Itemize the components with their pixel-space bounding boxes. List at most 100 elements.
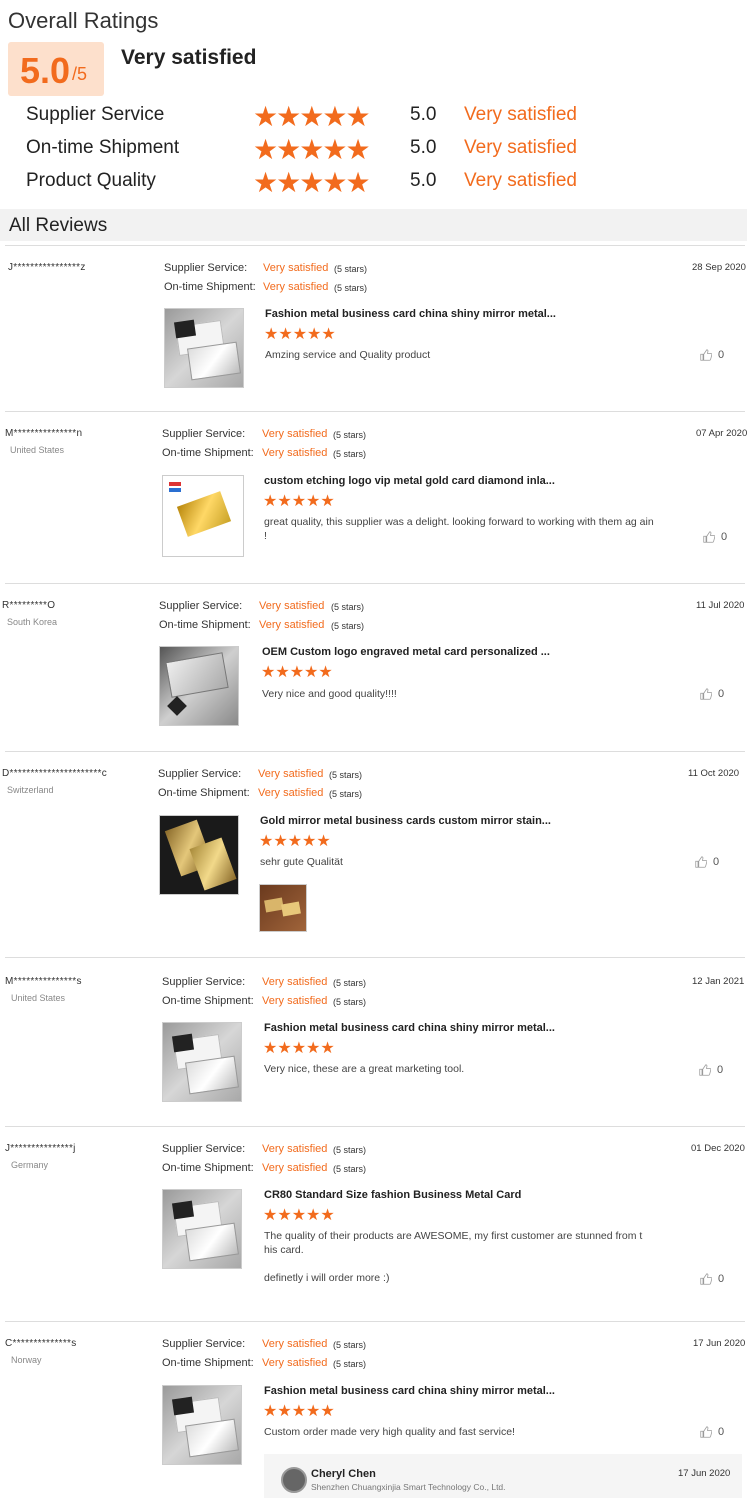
shipment-label: On-time Shipment: — [158, 787, 250, 799]
shipment-label: On-time Shipment: — [162, 1162, 254, 1174]
review-stars: ★★★★★ — [261, 665, 333, 681]
review-stars: ★★★★★ — [263, 1208, 335, 1224]
review-date: 07 Apr 2020 — [696, 428, 748, 439]
product-image[interactable] — [162, 475, 244, 557]
review-text: The quality of their products are AWESOM… — [264, 1230, 643, 1256]
product-image[interactable] — [162, 1385, 242, 1465]
product-title[interactable]: CR80 Standard Size fashion Business Meta… — [264, 1189, 521, 1201]
product-title[interactable]: custom etching logo vip metal gold card … — [264, 475, 555, 487]
stars-count: (5 stars) — [333, 1145, 367, 1155]
review-stars: ★★★★★ — [263, 1404, 335, 1420]
star-icon: ★ — [306, 1207, 321, 1224]
product-title[interactable]: Gold mirror metal business cards custom … — [260, 815, 551, 827]
stars-count: (5 stars) — [334, 283, 368, 293]
overall-score-max: /5 — [72, 64, 88, 84]
reviewer-name: M***************s — [5, 976, 82, 987]
review-text: great quality, this supplier was a delig… — [264, 516, 654, 542]
star-icon: ★ — [289, 664, 305, 681]
star-icon: ★ — [276, 167, 301, 198]
star-icon: ★ — [345, 134, 370, 165]
thumbs-up-icon[interactable] — [699, 1064, 711, 1076]
thumbs-up-icon[interactable] — [700, 1426, 712, 1438]
all-reviews-title: All Reviews — [9, 215, 108, 236]
stars-count: (5 stars) — [334, 264, 368, 274]
review-text: sehr gute Qualität — [260, 856, 343, 868]
star-icon: ★ — [299, 134, 324, 165]
divider — [5, 1321, 745, 1322]
review-stars: ★★★★★ — [259, 834, 331, 850]
shipment-label: On-time Shipment: — [159, 619, 251, 631]
thumbs-up-icon[interactable] — [700, 688, 712, 700]
star-icon: ★ — [278, 326, 293, 343]
product-image[interactable] — [159, 815, 239, 895]
reviewer-name: C**************s — [5, 1338, 77, 1349]
star-icon: ★ — [304, 664, 319, 681]
star-icon: ★ — [320, 1040, 335, 1057]
star-icon: ★ — [277, 493, 292, 510]
supplier-service-label: Supplier Service: — [159, 600, 243, 612]
product-image[interactable] — [159, 646, 239, 726]
criteria-label: Very satisfied — [464, 137, 577, 158]
reviewer-country: South Korea — [7, 617, 58, 627]
review-text: Amzing service and Quality product — [265, 349, 431, 361]
product-title[interactable]: OEM Custom logo engraved metal card pers… — [262, 646, 550, 658]
like-count: 0 — [717, 1064, 724, 1076]
star-icon: ★ — [277, 1040, 292, 1057]
reviewer-name: M***************n — [5, 428, 83, 439]
shipment-label: On-time Shipment: — [162, 1357, 254, 1369]
shipment-label: On-time Shipment: — [162, 995, 254, 1007]
thumbs-up-icon[interactable] — [700, 349, 712, 361]
all-reviews-header — [0, 209, 747, 241]
reply-company: Shenzhen Chuangxinjia Smart Technology C… — [311, 1482, 506, 1492]
product-title[interactable]: Fashion metal business card china shiny … — [264, 1385, 555, 1397]
like-count: 0 — [721, 531, 728, 543]
criteria-stars: ★★★★★ — [253, 101, 371, 132]
product-title[interactable]: Fashion metal business card china shiny … — [264, 1022, 555, 1034]
star-icon: ★ — [322, 167, 347, 198]
thumbs-up-icon[interactable] — [700, 1273, 712, 1285]
star-icon: ★ — [264, 326, 279, 343]
like-count: 0 — [718, 688, 725, 700]
review-photo[interactable] — [259, 884, 307, 932]
star-icon: ★ — [299, 101, 324, 132]
star-icon: ★ — [299, 167, 324, 198]
product-image[interactable] — [162, 1022, 242, 1102]
like-count: 0 — [718, 349, 725, 361]
overall-score: 5.0 — [20, 50, 71, 91]
review-date: 12 Jan 2021 — [692, 976, 745, 987]
rating-label: Very satisfied — [262, 1143, 328, 1155]
stars-count: (5 stars) — [333, 978, 367, 988]
rating-label: Very satisfied — [262, 428, 328, 440]
rating-label: Very satisfied — [262, 1162, 328, 1174]
rating-label: Very satisfied — [258, 768, 324, 780]
review-date: 01 Dec 2020 — [691, 1143, 745, 1154]
star-icon: ★ — [320, 1207, 335, 1224]
divider — [5, 1126, 745, 1127]
review-stars: ★★★★★ — [264, 327, 336, 343]
review-text: Very nice, these are a great marketing t… — [264, 1063, 465, 1075]
star-icon: ★ — [345, 167, 370, 198]
star-icon: ★ — [306, 493, 321, 510]
stars-count: (5 stars) — [333, 1164, 367, 1174]
stars-count: (5 stars) — [333, 430, 367, 440]
star-icon: ★ — [259, 833, 274, 850]
rating-label: Very satisfied — [263, 281, 329, 293]
star-icon: ★ — [291, 1040, 307, 1057]
review-text: Very nice and good quality!!!! — [262, 688, 397, 700]
product-image[interactable] — [162, 1189, 242, 1269]
star-icon: ★ — [261, 664, 276, 681]
product-image[interactable] — [164, 308, 244, 388]
review-date: 17 Jun 2020 — [693, 1338, 746, 1349]
star-icon: ★ — [263, 493, 278, 510]
product-title[interactable]: Fashion metal business card china shiny … — [265, 308, 556, 320]
thumbs-up-icon[interactable] — [695, 856, 707, 868]
thumbs-up-icon[interactable] — [703, 531, 715, 543]
criteria-name: On-time Shipment — [26, 137, 180, 158]
star-icon: ★ — [277, 1403, 292, 1420]
review-text: Custom order made very high quality and … — [264, 1426, 515, 1438]
star-icon: ★ — [263, 1403, 278, 1420]
review-text-extra: definetly i will order more :) — [264, 1272, 390, 1284]
review-date: 11 Oct 2020 — [688, 768, 740, 779]
star-icon: ★ — [345, 101, 370, 132]
reviewer-country: Germany — [11, 1160, 49, 1170]
